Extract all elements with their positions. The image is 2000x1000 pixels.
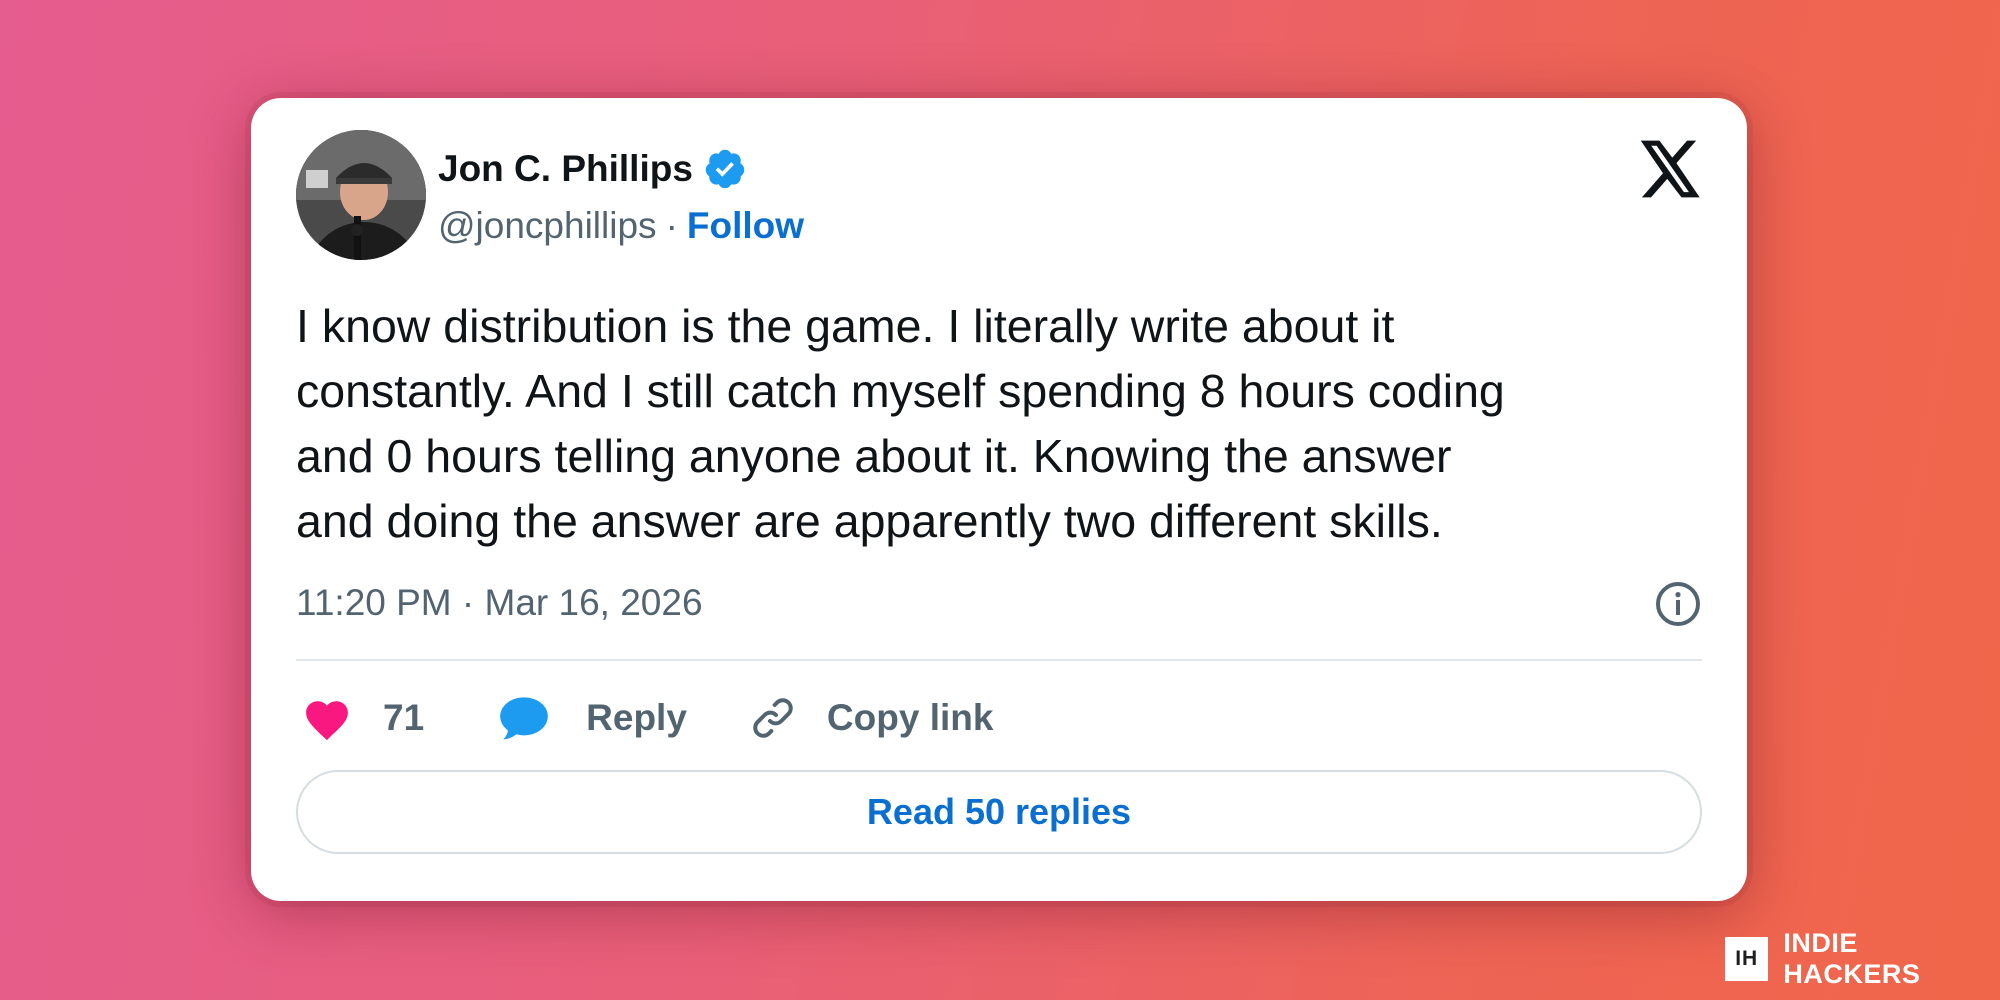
author-handle-row: @joncphillips · Follow: [438, 201, 804, 251]
indie-hackers-branding: IH INDIE HACKERS: [1725, 928, 2000, 989]
copy-link-button[interactable]: Copy link: [749, 694, 994, 742]
author-name[interactable]: Jon C. Phillips: [438, 148, 693, 190]
author-handle[interactable]: @joncphillips: [438, 205, 657, 247]
like-button[interactable]: 71: [301, 695, 424, 741]
indie-hackers-name: INDIE HACKERS: [1783, 928, 1921, 989]
read-replies-button[interactable]: Read 50 replies: [296, 770, 1702, 854]
like-count: 71: [383, 697, 425, 738]
tweet-card: Jon C. Phillips @joncphillips · Follow I…: [251, 98, 1747, 901]
action-bar: 71 Reply Copy link: [301, 688, 993, 748]
copy-link-label: Copy link: [826, 697, 994, 738]
info-icon[interactable]: [1654, 580, 1702, 628]
verified-badge-icon: [705, 149, 745, 189]
indie-hackers-logo: IH: [1725, 937, 1769, 981]
speech-bubble-icon: [500, 697, 548, 740]
reply-label: Reply: [586, 697, 687, 738]
heart-icon: [306, 701, 348, 741]
x-logo-icon[interactable]: [1640, 140, 1702, 198]
avatar[interactable]: [296, 130, 426, 260]
divider: [296, 659, 1702, 661]
tweet-text: I know distribution is the game. I liter…: [296, 300, 1505, 547]
follow-button[interactable]: Follow: [687, 205, 804, 247]
separator-dot: ·: [665, 205, 678, 246]
author-name-row: Jon C. Phillips: [438, 144, 747, 194]
reply-button[interactable]: Reply: [498, 694, 687, 742]
tweet-timestamp[interactable]: 11:20 PM · Mar 16, 2026: [296, 578, 703, 628]
avatar-photo: [296, 130, 426, 260]
background: Jon C. Phillips @joncphillips · Follow I…: [0, 0, 2000, 1000]
link-icon: [753, 698, 793, 738]
